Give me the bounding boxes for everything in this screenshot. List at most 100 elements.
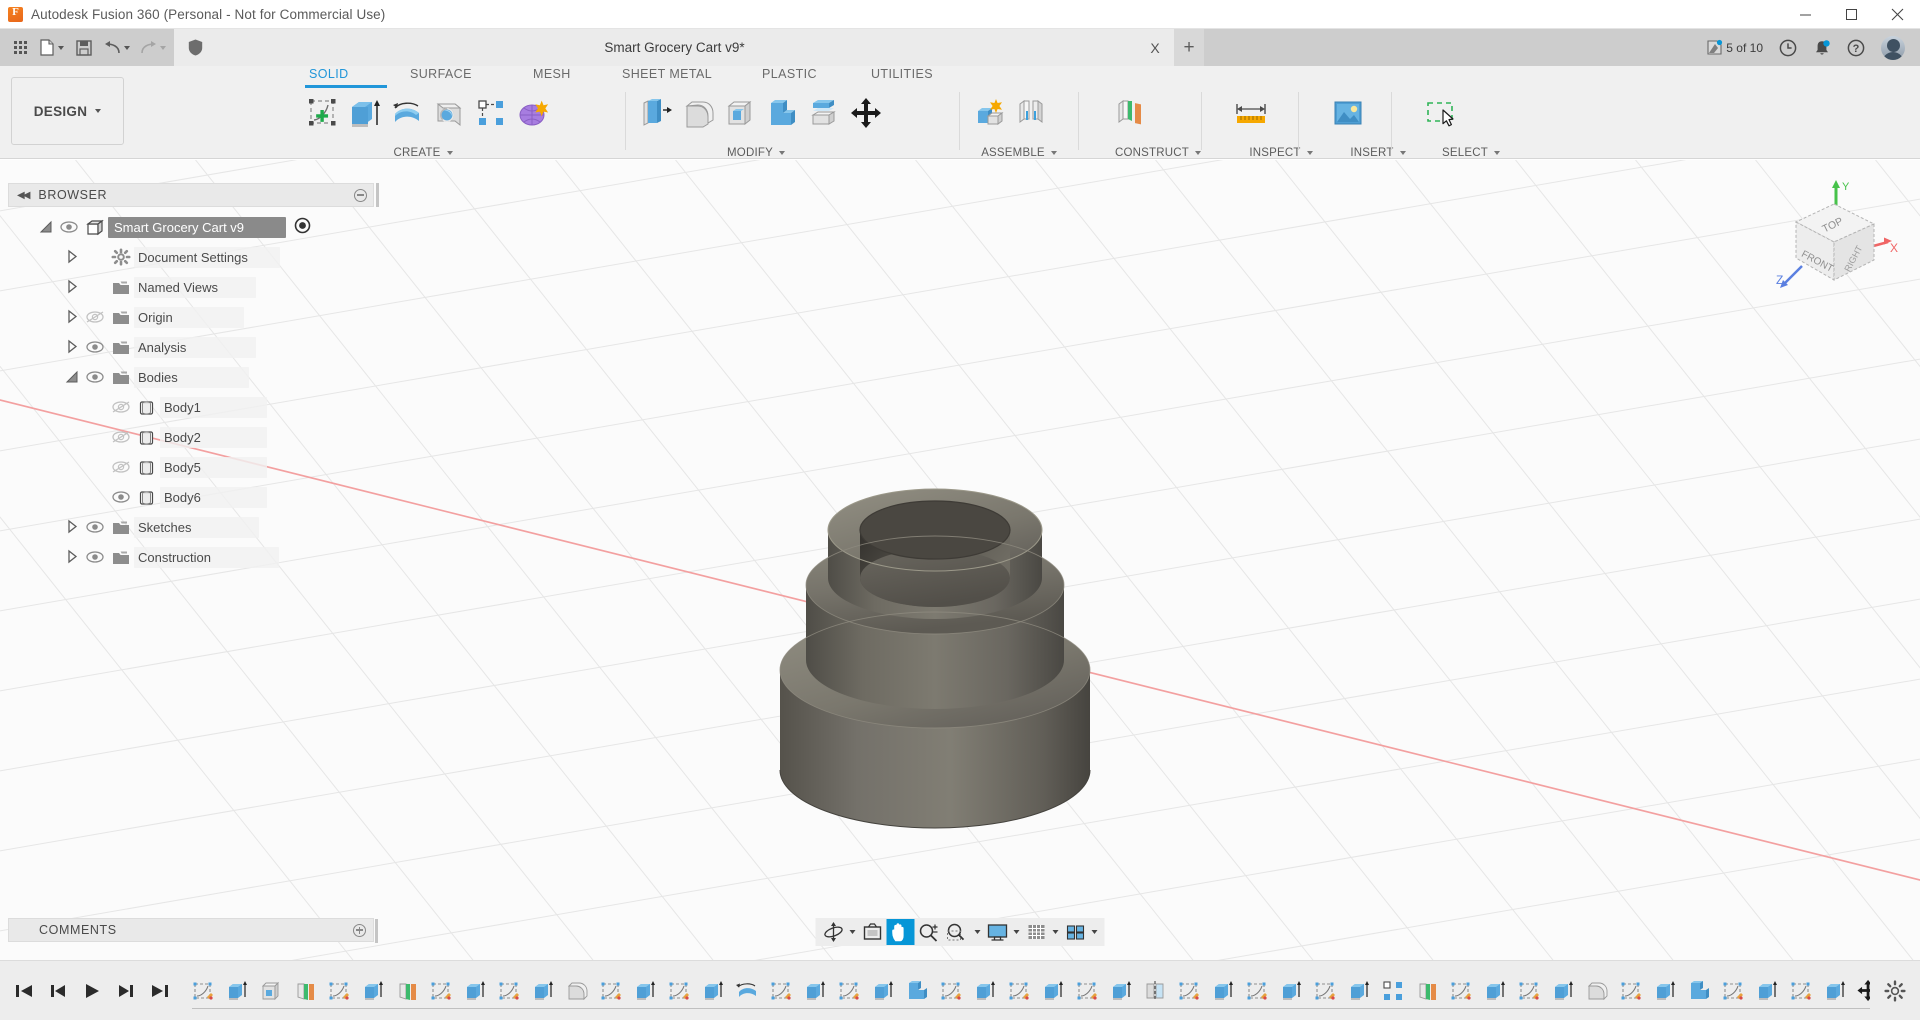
fillet-tool[interactable] xyxy=(678,88,718,138)
timeline-feature[interactable] xyxy=(596,976,626,1006)
browser-item-bodies[interactable]: Bodies xyxy=(8,362,374,392)
timeline-feature[interactable] xyxy=(324,976,354,1006)
offset-face-tool[interactable] xyxy=(804,88,844,138)
view-cube[interactable]: Y X Z TOP FRONT RIGHT xyxy=(1770,180,1900,300)
browser-resize-handle[interactable] xyxy=(376,183,379,207)
pattern-tool[interactable] xyxy=(471,88,511,138)
recent-activity-button[interactable] xyxy=(1772,29,1804,66)
pan-button[interactable] xyxy=(887,919,915,945)
close-tab-button[interactable]: X xyxy=(1146,40,1164,56)
group-label-select[interactable]: SELECT xyxy=(1421,147,1521,159)
eye-visible-icon[interactable] xyxy=(82,340,108,354)
timeline-feature[interactable] xyxy=(290,976,320,1006)
timeline-feature[interactable] xyxy=(732,976,762,1006)
timeline-feature[interactable] xyxy=(902,976,932,1006)
timeline-feature[interactable] xyxy=(1106,976,1136,1006)
tab-utilities[interactable]: UTILITIES xyxy=(871,67,933,81)
timeline-feature[interactable] xyxy=(936,976,966,1006)
select-tool[interactable] xyxy=(1421,88,1461,138)
browser-header[interactable]: ◀◀ BROWSER xyxy=(8,183,374,207)
save-button[interactable] xyxy=(70,33,98,63)
timeline-feature[interactable] xyxy=(1752,976,1782,1006)
timeline-feature[interactable] xyxy=(1650,976,1680,1006)
timeline-feature[interactable] xyxy=(1208,976,1238,1006)
model-stepped-bushing[interactable] xyxy=(780,489,1090,828)
timeline-feature[interactable] xyxy=(1276,976,1306,1006)
timeline-feature[interactable] xyxy=(358,976,388,1006)
revolve-tool[interactable] xyxy=(387,88,427,138)
minimize-button[interactable] xyxy=(1782,0,1828,29)
timeline-feature[interactable] xyxy=(426,976,456,1006)
group-label-create[interactable]: CREATE xyxy=(303,147,543,159)
go-to-beginning-button[interactable] xyxy=(14,978,34,1004)
timeline-feature[interactable] xyxy=(834,976,864,1006)
offset-plane-tool[interactable] xyxy=(1108,88,1148,138)
timeline-feature[interactable] xyxy=(1140,976,1170,1006)
notifications-button[interactable] xyxy=(1806,29,1838,66)
create-sketch-tool[interactable] xyxy=(303,88,343,138)
tab-mesh[interactable]: MESH xyxy=(533,67,571,81)
extrude-tool[interactable] xyxy=(345,88,385,138)
browser-item-sketches[interactable]: Sketches xyxy=(8,512,374,542)
twisty-expanded-icon[interactable] xyxy=(36,220,56,234)
eye-hidden-icon[interactable] xyxy=(108,400,134,414)
timeline-feature[interactable] xyxy=(664,976,694,1006)
timeline-feature[interactable] xyxy=(630,976,660,1006)
browser-item-body6[interactable]: Body6 xyxy=(8,482,374,512)
move-copy-tool[interactable] xyxy=(846,88,886,138)
eye-hidden-icon[interactable] xyxy=(108,430,134,444)
timeline-feature[interactable] xyxy=(1582,976,1612,1006)
eye-hidden-icon[interactable] xyxy=(108,460,134,474)
eye-visible-icon[interactable] xyxy=(108,490,134,504)
timeline-feature-list[interactable] xyxy=(188,961,1870,1021)
shell-tool[interactable] xyxy=(720,88,760,138)
eye-visible-icon[interactable] xyxy=(82,550,108,564)
twisty-collapsed-icon[interactable] xyxy=(62,550,82,564)
timeline-feature[interactable] xyxy=(1344,976,1374,1006)
timeline-feature[interactable] xyxy=(1174,976,1204,1006)
combine-tool[interactable] xyxy=(762,88,802,138)
play-button[interactable] xyxy=(82,978,102,1004)
timeline-feature[interactable] xyxy=(1446,976,1476,1006)
insert-image-tool[interactable] xyxy=(1328,88,1368,138)
browser-item-body1[interactable]: Body1 xyxy=(8,392,374,422)
timeline-feature[interactable] xyxy=(1514,976,1544,1006)
timeline-feature[interactable] xyxy=(1004,976,1034,1006)
timeline-feature[interactable] xyxy=(256,976,286,1006)
account-button[interactable] xyxy=(1874,29,1912,66)
maximize-button[interactable] xyxy=(1828,0,1874,29)
zoom-button[interactable] xyxy=(915,919,943,945)
app-grid-button[interactable] xyxy=(6,33,34,63)
twisty-collapsed-icon[interactable] xyxy=(62,520,82,534)
eye-visible-icon[interactable] xyxy=(82,520,108,534)
timeline-feature[interactable] xyxy=(1820,976,1850,1006)
eye-visible-icon[interactable] xyxy=(56,220,82,234)
workspace-switcher[interactable]: DESIGN xyxy=(11,77,124,145)
comments-resize-handle[interactable] xyxy=(375,919,378,943)
timeline-feature[interactable] xyxy=(1718,976,1748,1006)
new-component-tool[interactable] xyxy=(969,88,1009,138)
orbit-button[interactable] xyxy=(820,919,859,945)
timeline-feature[interactable] xyxy=(1412,976,1442,1006)
component-activate-radio[interactable] xyxy=(294,217,311,237)
close-button[interactable] xyxy=(1874,0,1920,29)
look-at-button[interactable] xyxy=(859,919,887,945)
timeline-feature[interactable] xyxy=(800,976,830,1006)
fit-button[interactable] xyxy=(943,919,984,945)
timeline-feature[interactable] xyxy=(1072,976,1102,1006)
grid-snaps-button[interactable] xyxy=(1023,919,1062,945)
tab-sheet-metal[interactable]: SHEET METAL xyxy=(622,67,712,81)
timeline-feature[interactable] xyxy=(494,976,524,1006)
eye-hidden-icon[interactable] xyxy=(82,310,108,324)
timeline-feature[interactable] xyxy=(766,976,796,1006)
timeline-feature[interactable] xyxy=(1310,976,1340,1006)
help-button[interactable]: ? xyxy=(1840,29,1872,66)
sweep-tool[interactable] xyxy=(429,88,469,138)
joint-tool[interactable] xyxy=(1011,88,1051,138)
timeline-feature[interactable] xyxy=(1684,976,1714,1006)
tab-surface[interactable]: SURFACE xyxy=(410,67,472,81)
timeline-feature[interactable] xyxy=(1480,976,1510,1006)
timeline-feature[interactable] xyxy=(1548,976,1578,1006)
timeline-feature[interactable] xyxy=(1786,976,1816,1006)
browser-item-named-views[interactable]: Named Views xyxy=(8,272,374,302)
